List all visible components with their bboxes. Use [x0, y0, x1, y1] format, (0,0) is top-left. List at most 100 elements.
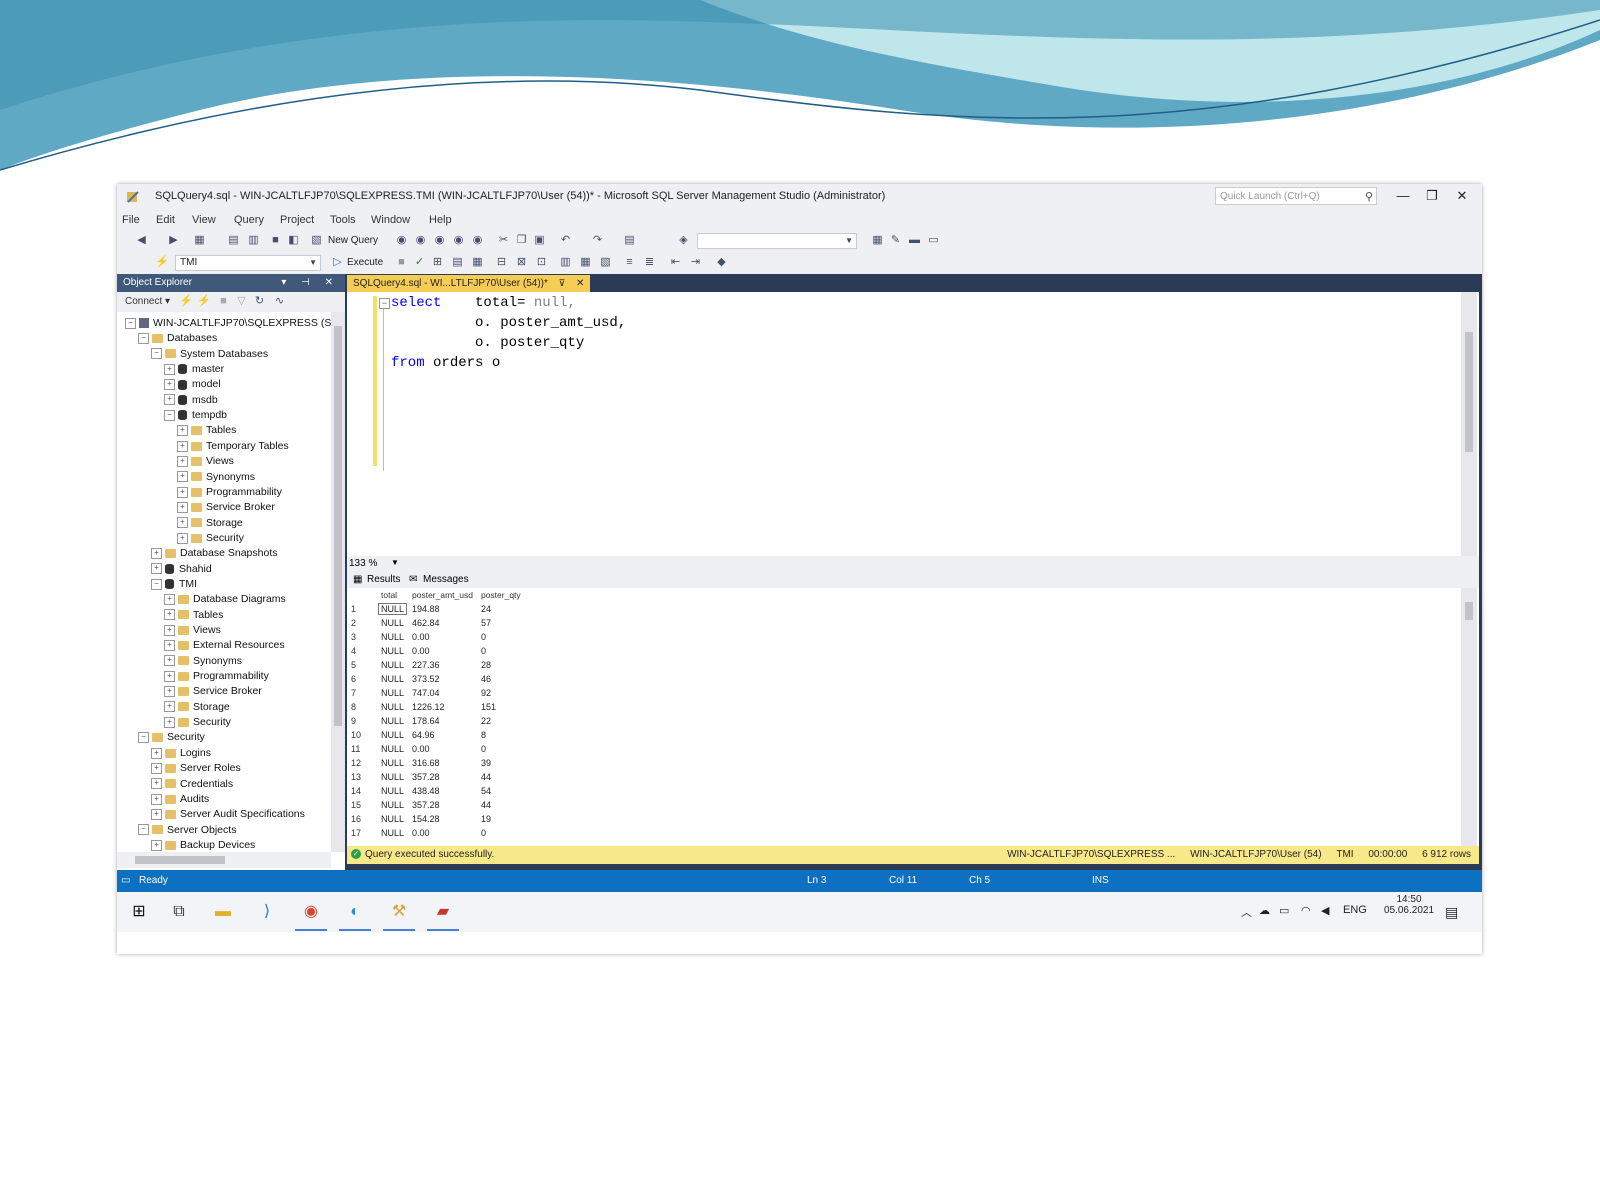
wifi-icon[interactable]: ◠	[1301, 904, 1311, 917]
tree-node[interactable]: + Synonyms	[177, 470, 255, 485]
tree-node[interactable]: − System Databases	[151, 347, 268, 362]
tree-node[interactable]: − Security	[138, 730, 205, 745]
disconnect-icon[interactable]: ⚡	[197, 295, 211, 308]
table-cell[interactable]: NULL	[377, 714, 408, 728]
onedrive-icon[interactable]: ☁	[1259, 904, 1270, 917]
table-cell[interactable]: 194.88	[408, 602, 477, 616]
expand-icon[interactable]: +	[177, 471, 188, 483]
expand-icon[interactable]: +	[151, 547, 162, 559]
results-to-text-icon[interactable]: ▤	[451, 256, 464, 269]
language-indicator[interactable]: ENG	[1343, 904, 1367, 916]
table-row[interactable]: 3 NULL 0.00 0	[347, 630, 525, 644]
table-cell[interactable]: 178.64	[408, 714, 477, 728]
table-row[interactable]: 12 NULL 316.68 39	[347, 756, 525, 770]
back-icon[interactable]: ◀	[135, 234, 148, 247]
live-stats-icon[interactable]: ⊠	[515, 256, 528, 269]
uncomment-icon[interactable]: ≣	[643, 256, 656, 269]
expand-icon[interactable]: +	[177, 455, 188, 467]
tree-node[interactable]: + master	[164, 362, 224, 377]
table-cell[interactable]: NULL	[377, 658, 408, 672]
new-query-icon[interactable]: ▧	[310, 234, 323, 247]
table-cell[interactable]: 64.96	[408, 728, 477, 742]
tree-node[interactable]: + Temporary Tables	[177, 439, 289, 454]
show-hidden-icons[interactable]: ︿	[1241, 904, 1252, 920]
expand-icon[interactable]: +	[177, 532, 188, 544]
find-combo[interactable]: ▼	[697, 233, 857, 249]
table-cell[interactable]: 316.68	[408, 756, 477, 770]
window-layout-icon[interactable]: ▭	[927, 234, 940, 247]
editor-vertical-scrollbar[interactable]	[1461, 292, 1477, 556]
collapse-icon[interactable]: −	[379, 298, 390, 309]
table-cell[interactable]: 357.28	[408, 770, 477, 784]
execute-button[interactable]: Execute	[347, 257, 383, 268]
expand-icon[interactable]: +	[151, 839, 162, 851]
stop-icon[interactable]: ■	[217, 295, 230, 308]
file-results-icon[interactable]: ▧	[599, 256, 612, 269]
menu-file[interactable]: File	[122, 214, 140, 226]
tree-node[interactable]: + Programmability	[164, 669, 269, 684]
table-cell[interactable]: NULL	[377, 770, 408, 784]
copy-icon[interactable]: ❐	[515, 234, 528, 247]
table-cell[interactable]: NULL	[377, 630, 408, 644]
tree-horizontal-scrollbar[interactable]	[117, 852, 331, 868]
chevron-down-icon[interactable]: ▼	[391, 558, 399, 567]
table-row[interactable]: 11 NULL 0.00 0	[347, 742, 525, 756]
table-cell[interactable]: 0	[477, 630, 525, 644]
expand-icon[interactable]: +	[177, 440, 188, 452]
file-explorer-icon[interactable]: ▬	[213, 902, 233, 922]
tree-node[interactable]: + Tables	[164, 608, 223, 623]
menu-help[interactable]: Help	[429, 214, 452, 226]
menu-project[interactable]: Project	[280, 214, 314, 226]
table-cell[interactable]: 0	[477, 826, 525, 840]
connect-icon[interactable]: ⚡	[155, 256, 169, 269]
tree-node[interactable]: + msdb	[164, 393, 218, 408]
table-row[interactable]: 16 NULL 154.28 19	[347, 812, 525, 826]
scroll-thumb[interactable]	[135, 856, 225, 864]
close-tab-icon[interactable]: ✕	[576, 278, 584, 289]
indent-icon[interactable]: ⇥	[689, 256, 702, 269]
table-row[interactable]: 2 NULL 462.84 57	[347, 616, 525, 630]
cut-icon[interactable]: ✂	[497, 234, 510, 247]
table-cell[interactable]: 227.36	[408, 658, 477, 672]
activity-monitor-icon[interactable]: ∿	[273, 295, 286, 308]
table-cell[interactable]: 373.52	[408, 672, 477, 686]
tab-results[interactable]: Results	[367, 574, 400, 585]
table-cell[interactable]: NULL	[377, 686, 408, 700]
table-row[interactable]: 9 NULL 178.64 22	[347, 714, 525, 728]
collapse-icon[interactable]: −	[125, 317, 136, 329]
text-results-icon[interactable]: ▥	[559, 256, 572, 269]
tree-node[interactable]: + Shahid	[151, 562, 212, 577]
paste-icon[interactable]: ▣	[533, 234, 546, 247]
table-cell[interactable]: NULL	[377, 784, 408, 798]
volume-icon[interactable]: ◀	[1321, 904, 1329, 917]
properties-icon[interactable]: ▦	[871, 234, 884, 247]
table-row[interactable]: 1 NULL 194.88 24	[347, 602, 525, 616]
table-cell[interactable]: 46	[477, 672, 525, 686]
tree-node[interactable]: + Security	[177, 531, 244, 546]
expand-icon[interactable]: +	[164, 670, 175, 682]
client-stats-icon[interactable]: ⊡	[535, 256, 548, 269]
panel-controls[interactable]: ▾ ⊣ ✕	[281, 274, 339, 292]
table-cell[interactable]: 19	[477, 812, 525, 826]
expand-icon[interactable]: +	[164, 609, 175, 621]
tree-node[interactable]: + Service Broker	[164, 684, 262, 699]
table-cell[interactable]: 8	[477, 728, 525, 742]
expand-icon[interactable]: +	[151, 793, 162, 805]
table-row[interactable]: 10 NULL 64.96 8	[347, 728, 525, 742]
tree-vertical-scrollbar[interactable]	[331, 312, 345, 852]
collapse-icon[interactable]: −	[138, 333, 149, 345]
ssms-taskbar-icon[interactable]: ⚒	[389, 902, 409, 922]
table-cell[interactable]: NULL	[377, 742, 408, 756]
powerpoint-icon[interactable]: ▰	[433, 902, 453, 922]
tree-node[interactable]: + Audits	[151, 792, 209, 807]
table-cell[interactable]: 462.84	[408, 616, 477, 630]
tree-node[interactable]: + Database Diagrams	[164, 592, 286, 607]
table-cell[interactable]: 1226.12	[408, 700, 477, 714]
tree-node[interactable]: + Database Snapshots	[151, 546, 277, 561]
menu-edit[interactable]: Edit	[156, 214, 175, 226]
table-cell[interactable]: 151	[477, 700, 525, 714]
stop-icon[interactable]: ■	[395, 256, 408, 269]
tree-node[interactable]: + Credentials	[151, 777, 233, 792]
windows-start-icon[interactable]: ⊞	[129, 902, 149, 922]
table-cell[interactable]: 54	[477, 784, 525, 798]
